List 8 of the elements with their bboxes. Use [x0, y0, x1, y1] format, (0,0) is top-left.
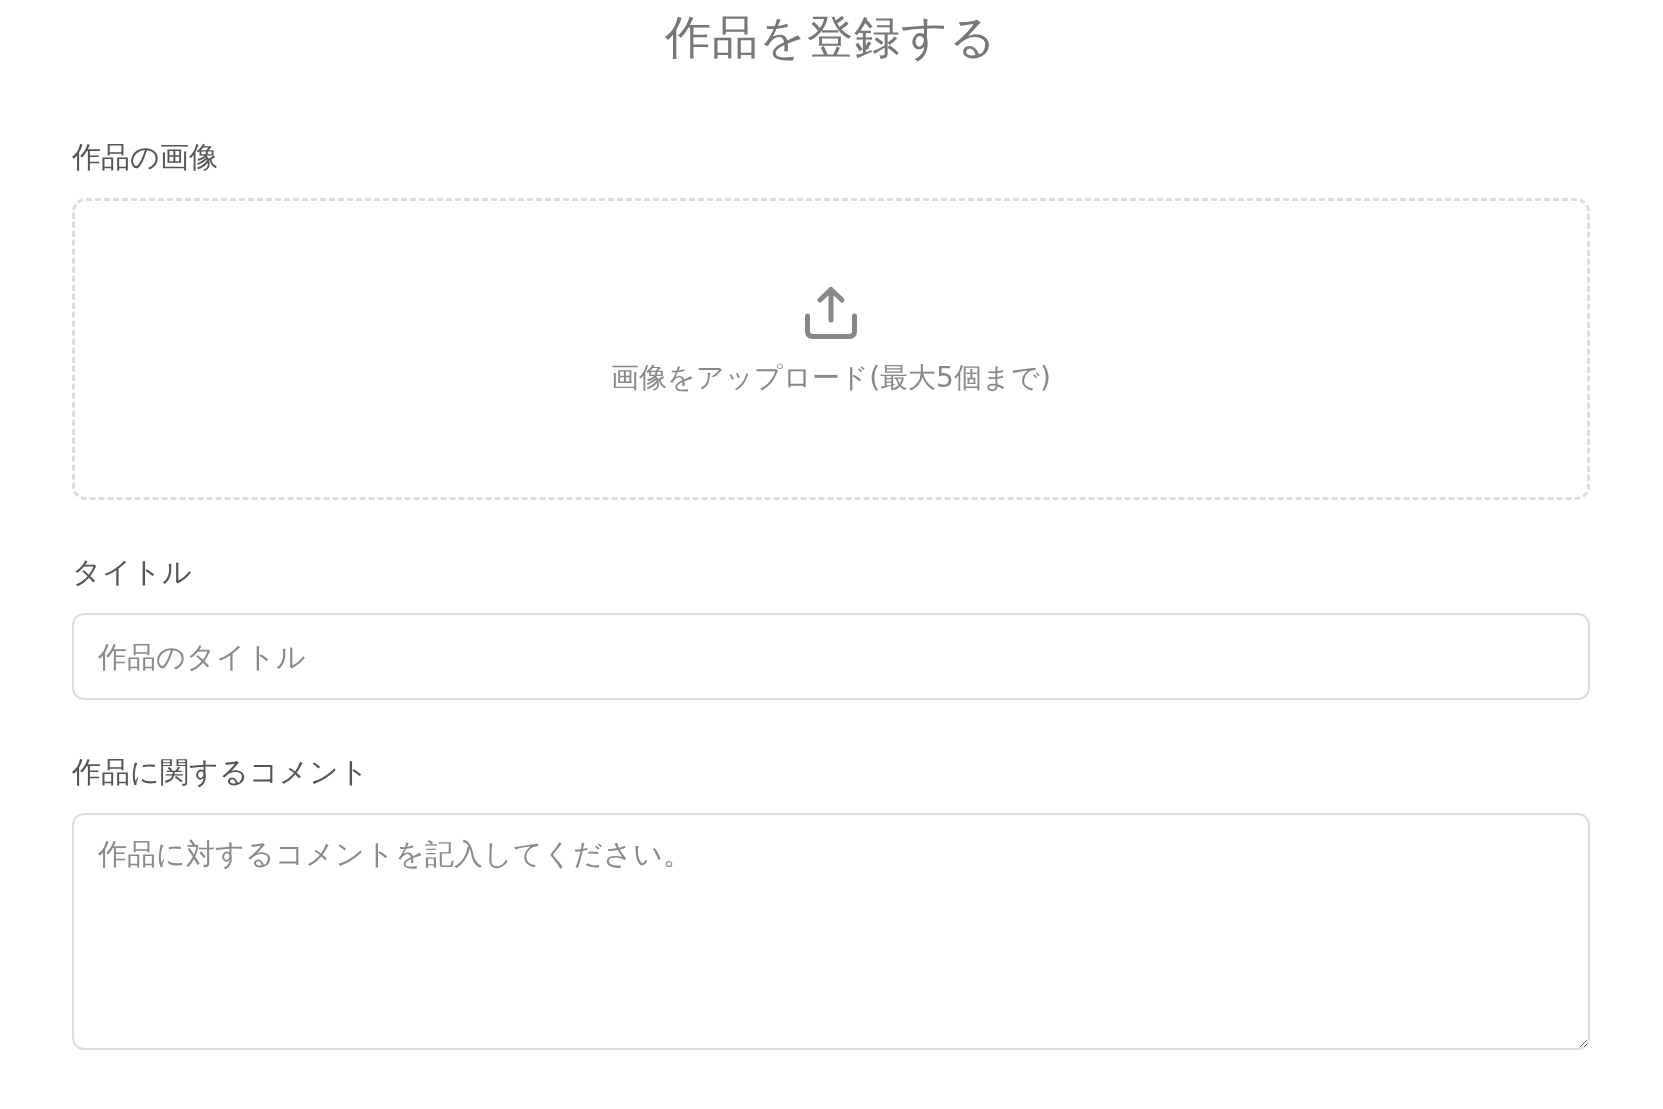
field-label: タイトル	[72, 554, 193, 591]
upload-icon	[804, 286, 858, 340]
page-title: 作品を登録する	[664, 10, 998, 65]
upload-dropzone[interactable]: 画像をアップロード(最大5個まで)	[72, 198, 1590, 500]
field-label: 作品に関するコメント	[72, 754, 370, 791]
comment-textarea[interactable]: 作品に対するコメントを記入してください。	[72, 813, 1590, 1050]
field-label: 作品の画像	[72, 139, 219, 176]
title-input[interactable]: 作品のタイトル	[72, 613, 1590, 700]
